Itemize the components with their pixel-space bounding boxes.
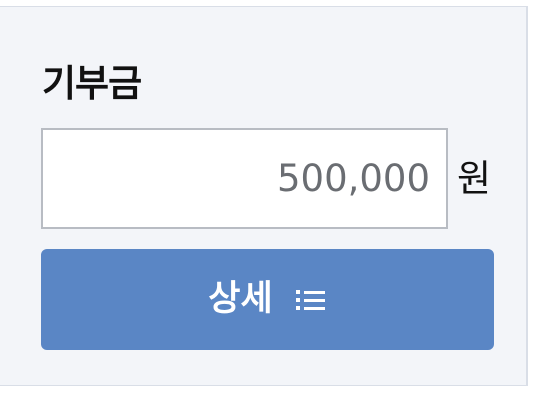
detail-button[interactable]: 상세 (41, 249, 494, 350)
detail-button-label: 상세 (208, 279, 273, 319)
donation-label: 기부금 (42, 62, 142, 105)
list-icon (295, 287, 327, 313)
donation-panel: 기부금 원 상세 (0, 6, 528, 386)
currency-unit: 원 (457, 157, 492, 200)
donation-amount-field[interactable] (41, 128, 448, 229)
donation-amount-input[interactable] (43, 130, 446, 227)
